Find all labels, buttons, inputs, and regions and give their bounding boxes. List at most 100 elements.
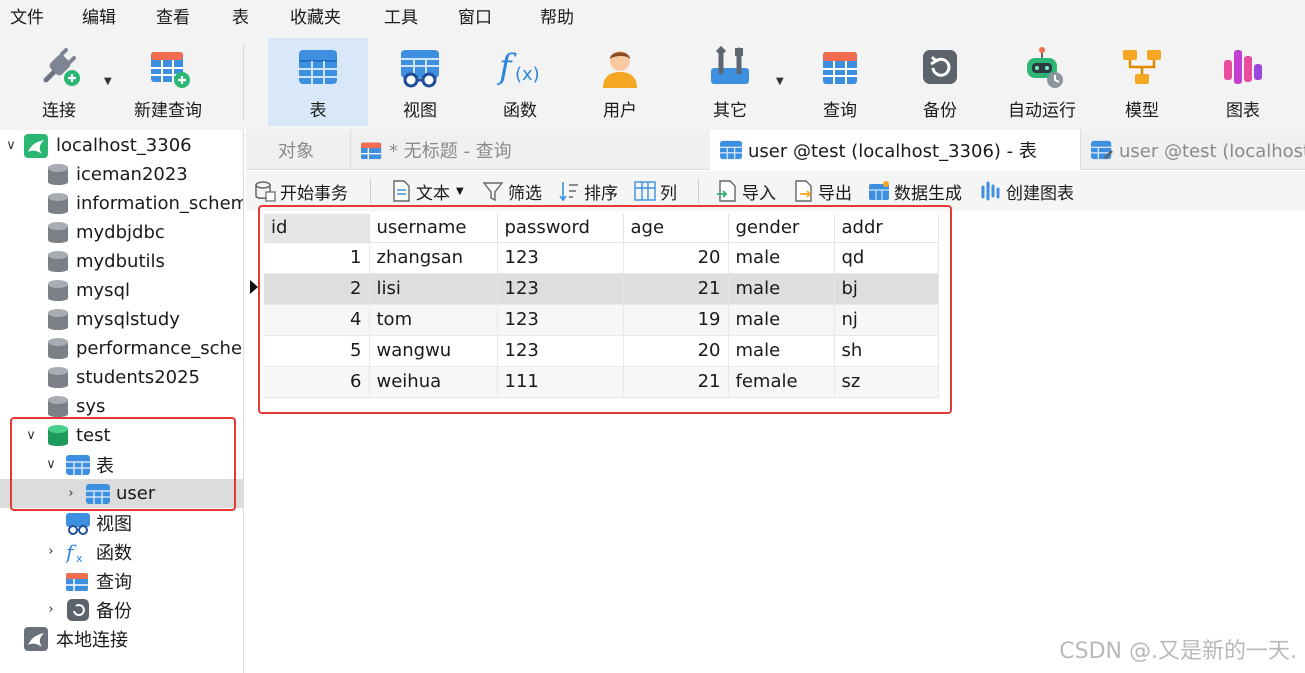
cell-id[interactable]: 4 — [264, 304, 370, 336]
menu-favorites[interactable]: 收藏夹 — [290, 0, 341, 36]
other-dropdown-icon[interactable]: ▼ — [776, 76, 784, 87]
menu-file[interactable]: 文件 — [10, 0, 44, 36]
tree-backups-node[interactable]: › 备份 — [0, 595, 243, 624]
sort-button[interactable]: 排序 — [558, 171, 618, 211]
cell-addr[interactable]: qd — [834, 242, 939, 274]
chevron-right-icon[interactable]: › — [44, 602, 58, 617]
tree-db-item[interactable]: mysql — [0, 276, 243, 305]
cell-gender[interactable]: male — [728, 273, 835, 305]
cell-gender[interactable]: male — [728, 335, 835, 367]
cell-age[interactable]: 20 — [623, 335, 729, 367]
chevron-right-icon[interactable]: › — [64, 486, 78, 501]
query-tool-button[interactable]: 查询 — [798, 38, 882, 126]
menu-help[interactable]: 帮助 — [540, 0, 574, 36]
tree-db-item[interactable]: mydbjdbc — [0, 218, 243, 247]
menu-window[interactable]: 窗口 — [458, 0, 492, 36]
menu-view[interactable]: 查看 — [156, 0, 190, 36]
tab-user-table[interactable]: user @test (localhost_3306) - 表 — [710, 130, 1080, 170]
table-row[interactable]: 5 wangwu 123 20 male sh — [264, 335, 939, 367]
cell-password[interactable]: 111 — [497, 366, 624, 398]
begin-transaction-button[interactable]: 开始事务 — [254, 171, 348, 211]
cell-addr[interactable]: nj — [834, 304, 939, 336]
column-header-addr[interactable]: addr — [834, 214, 939, 243]
cell-addr[interactable]: sz — [834, 366, 939, 398]
tree-db-item[interactable]: students2025 — [0, 363, 243, 392]
import-button[interactable]: 导入 — [716, 171, 776, 211]
other-tool-button[interactable]: 其它 — [690, 38, 770, 126]
table-row[interactable]: 1 zhangsan 123 20 male qd — [264, 242, 939, 274]
column-header-id[interactable]: id — [264, 214, 370, 243]
filter-button[interactable]: 筛选 — [482, 171, 542, 211]
cell-age[interactable]: 20 — [623, 242, 729, 274]
export-button[interactable]: 导出 — [792, 171, 852, 211]
column-header-age[interactable]: age — [623, 214, 729, 243]
connect-dropdown-icon[interactable]: ▼ — [104, 76, 112, 87]
cell-password[interactable]: 123 — [497, 242, 624, 274]
chart-tool-button[interactable]: 图表 — [1200, 38, 1286, 126]
cell-id[interactable]: 5 — [264, 335, 370, 367]
data-generation-button[interactable]: 数据生成 — [868, 171, 962, 211]
tab-objects[interactable]: 对象 — [268, 130, 354, 170]
cell-username[interactable]: wangwu — [369, 335, 498, 367]
tree-table-user[interactable]: › user — [0, 479, 243, 508]
tree-db-item[interactable]: information_schema — [0, 189, 243, 218]
chevron-right-icon[interactable]: › — [44, 544, 58, 559]
chevron-down-icon[interactable]: ∨ — [4, 138, 18, 153]
cell-id[interactable]: 2 — [264, 273, 370, 305]
cell-gender[interactable]: male — [728, 242, 835, 274]
tree-db-item[interactable]: performance_schema — [0, 334, 243, 363]
columns-button[interactable]: 列 — [634, 171, 677, 211]
menu-edit[interactable]: 编辑 — [82, 0, 116, 36]
cell-username[interactable]: zhangsan — [369, 242, 498, 274]
menu-tools[interactable]: 工具 — [384, 0, 418, 36]
table-row[interactable]: 4 tom 123 19 male nj — [264, 304, 939, 336]
tree-db-item[interactable]: mysqlstudy — [0, 305, 243, 334]
chevron-down-icon[interactable]: ∨ — [24, 428, 38, 443]
tree-db-item[interactable]: iceman2023 — [0, 160, 243, 189]
tree-db-item[interactable]: mydbutils — [0, 247, 243, 276]
tree-queries-node[interactable]: 查询 — [0, 566, 243, 595]
column-header-password[interactable]: password — [497, 214, 624, 243]
cell-password[interactable]: 123 — [497, 335, 624, 367]
backup-tool-button[interactable]: 备份 — [898, 38, 982, 126]
user-tool-button[interactable]: 用户 — [578, 38, 662, 126]
tree-views-node[interactable]: 视图 — [0, 508, 243, 537]
text-button[interactable]: 文本 ▼ — [390, 171, 464, 211]
function-tool-button[interactable]: f (x) 函数 — [478, 38, 562, 126]
menu-table[interactable]: 表 — [232, 0, 249, 36]
view-tool-button[interactable]: 视图 — [378, 38, 462, 126]
cell-gender[interactable]: female — [728, 366, 835, 398]
cell-age[interactable]: 19 — [623, 304, 729, 336]
cell-addr[interactable]: sh — [834, 335, 939, 367]
tree-tables-node[interactable]: ∨ 表 — [0, 450, 243, 479]
column-header-username[interactable]: username — [369, 214, 498, 243]
chevron-down-icon[interactable]: ∨ — [44, 457, 58, 472]
tree-db-item[interactable]: sys — [0, 392, 243, 421]
cell-gender[interactable]: male — [728, 304, 835, 336]
create-chart-button[interactable]: 创建图表 — [980, 171, 1074, 211]
tree-db-test[interactable]: ∨ test — [0, 421, 243, 450]
cell-password[interactable]: 123 — [497, 273, 624, 305]
text-dropdown-icon[interactable]: ▼ — [456, 186, 464, 197]
tab-untitled-query[interactable]: * 无标题 - 查询 — [350, 130, 710, 170]
cell-username[interactable]: tom — [369, 304, 498, 336]
tab-user-design[interactable]: user @test (localhost_3306) - 表 — [1080, 130, 1305, 170]
new-query-button[interactable]: 新建查询 — [128, 38, 208, 126]
cell-addr[interactable]: bj — [834, 273, 939, 305]
cell-username[interactable]: lisi — [369, 273, 498, 305]
cell-password[interactable]: 123 — [497, 304, 624, 336]
cell-age[interactable]: 21 — [623, 273, 729, 305]
tree-local-connection[interactable]: 本地连接 — [0, 624, 243, 653]
connect-button[interactable]: 连接 — [20, 38, 98, 126]
tree-connection[interactable]: ∨ localhost_3306 — [0, 131, 243, 160]
cell-username[interactable]: weihua — [369, 366, 498, 398]
table-tool-button[interactable]: 表 — [268, 38, 368, 126]
table-row[interactable]: 6 weihua 111 21 female sz — [264, 366, 939, 398]
table-row[interactable]: 2 lisi 123 21 male bj — [264, 273, 939, 305]
tree-functions-node[interactable]: › fx 函数 — [0, 537, 243, 566]
cell-age[interactable]: 21 — [623, 366, 729, 398]
auto-run-tool-button[interactable]: 自动运行 — [1000, 38, 1084, 126]
cell-id[interactable]: 6 — [264, 366, 370, 398]
model-tool-button[interactable]: 模型 — [1100, 38, 1184, 126]
cell-id[interactable]: 1 — [264, 242, 370, 274]
